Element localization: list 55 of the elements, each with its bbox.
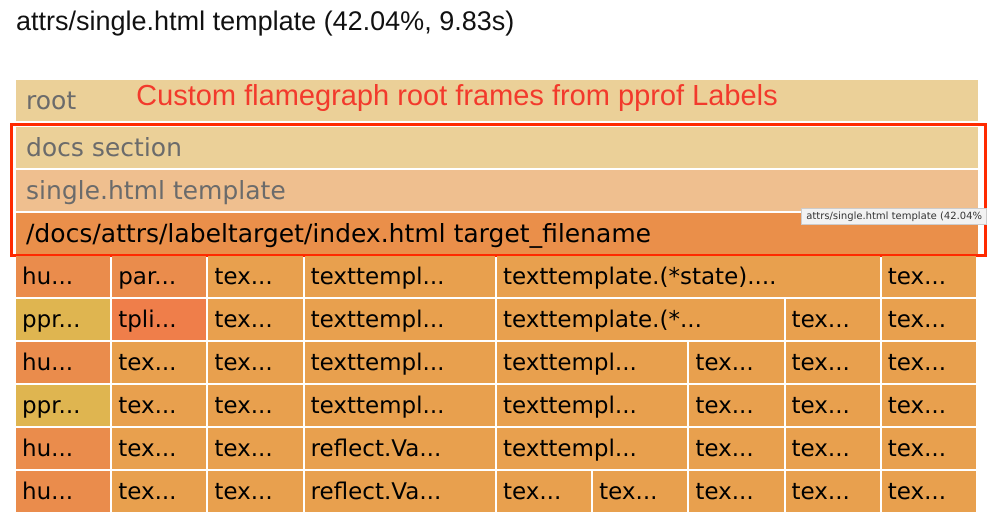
flame-frame[interactable]: tex...: [882, 385, 976, 426]
flame-frame[interactable]: tex...: [882, 256, 976, 297]
flame-frame[interactable]: tex...: [689, 342, 784, 383]
flame-frame[interactable]: tex...: [208, 342, 303, 383]
flame-frame[interactable]: tex...: [208, 471, 303, 512]
flame-frame[interactable]: tex...: [208, 299, 303, 340]
flame-frame[interactable]: tex...: [786, 299, 880, 340]
flame-frame[interactable]: hu...: [16, 428, 110, 469]
flame-frame[interactable]: tex...: [882, 342, 976, 383]
page-title: attrs/single.html template (42.04%, 9.83s): [16, 5, 516, 38]
flame-frame[interactable]: texttemplate.(*state)....: [496, 256, 880, 297]
flame-frame[interactable]: tex...: [786, 342, 880, 383]
flame-frame[interactable]: reflect.Va...: [304, 471, 495, 512]
frame-label: single.html template: [26, 176, 286, 205]
flame-frame[interactable]: tex...: [112, 471, 206, 512]
flame-frame[interactable]: hu...: [16, 342, 110, 383]
flame-frame[interactable]: hu...: [16, 471, 110, 512]
flame-frame[interactable]: tex...: [689, 428, 784, 469]
flame-frame[interactable]: texttemplate.(*...: [496, 299, 784, 340]
flame-frame[interactable]: tpli...: [112, 299, 206, 340]
tooltip: attrs/single.html template (42.04%: [801, 208, 987, 225]
flame-frame[interactable]: tex...: [112, 385, 206, 426]
flame-frame[interactable]: docs section: [16, 127, 978, 168]
flame-frame[interactable]: tex...: [208, 385, 303, 426]
flame-frame[interactable]: tex...: [208, 256, 303, 297]
flame-frame[interactable]: tex...: [689, 471, 784, 512]
flame-frame[interactable]: tex...: [208, 428, 303, 469]
flame-frame[interactable]: texttempl...: [304, 342, 495, 383]
flame-frame[interactable]: tex...: [112, 428, 206, 469]
flame-frame[interactable]: texttempl...: [304, 299, 495, 340]
flame-frame[interactable]: root Custom flamegraph root frames from pprof Labels: [16, 80, 978, 121]
flame-frame[interactable]: reflect.Va...: [304, 428, 495, 469]
annotation-text: Custom flamegraph root frames from pprof Labels: [136, 80, 778, 113]
flame-frame[interactable]: tex...: [496, 471, 592, 512]
flame-frame[interactable]: ppr...: [16, 385, 110, 426]
flame-frame[interactable]: tex...: [786, 471, 880, 512]
frame-label: root: [26, 86, 76, 115]
flame-frame[interactable]: tex...: [882, 428, 976, 469]
flame-frame[interactable]: texttempl...: [304, 385, 495, 426]
flame-frame[interactable]: ppr...: [16, 299, 110, 340]
flame-frame[interactable]: texttempl...: [304, 256, 495, 297]
flame-frame[interactable]: tex...: [882, 471, 976, 512]
flame-frame[interactable]: tex...: [689, 385, 784, 426]
flame-frame[interactable]: tex...: [786, 428, 880, 469]
flame-frame[interactable]: hu...: [16, 256, 110, 297]
frame-label: /docs/attrs/labeltarget/index.html target_filename: [26, 219, 652, 248]
flame-frame[interactable]: texttempl...: [496, 385, 688, 426]
flame-frame[interactable]: tex...: [786, 385, 880, 426]
flame-frame[interactable]: par...: [112, 256, 206, 297]
flame-frame[interactable]: tex...: [593, 471, 688, 512]
flame-frame[interactable]: tex...: [882, 299, 976, 340]
frame-label: docs section: [26, 133, 182, 162]
flame-frame[interactable]: texttempl...: [496, 428, 688, 469]
flame-frame[interactable]: tex...: [112, 342, 206, 383]
flame-frame[interactable]: texttempl...: [496, 342, 688, 383]
